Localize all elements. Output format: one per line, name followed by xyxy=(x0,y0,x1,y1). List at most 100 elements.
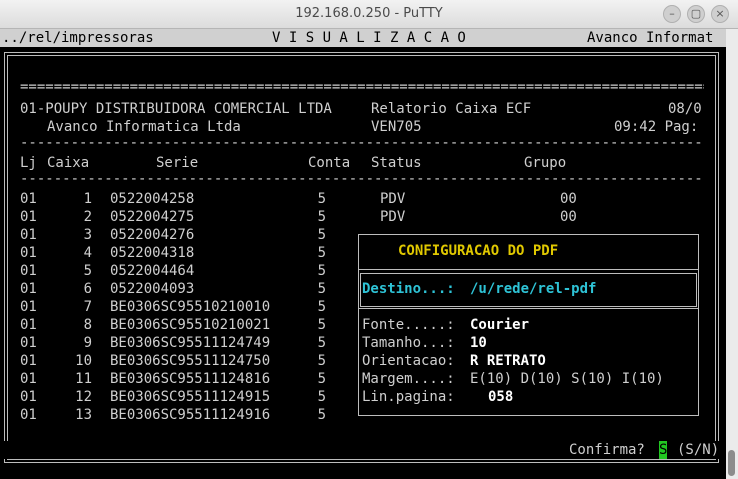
row-grupo: 00 xyxy=(560,191,577,207)
row-serie: BE0306SC95511124916 xyxy=(110,407,271,423)
row-conta: 5 xyxy=(317,407,326,423)
row-caixa: 8 xyxy=(83,317,92,333)
maximize-icon[interactable]: ▢ xyxy=(687,5,705,23)
destino-input[interactable]: /u/rede/rel-pdf xyxy=(470,280,596,298)
report-company: 01-POUPY DISTRIBUIDORA COMERCIAL LTDA xyxy=(20,101,332,117)
report-separator: ========================================… xyxy=(20,81,704,95)
col-grupo: Grupo xyxy=(524,155,567,171)
row-lj: 01 xyxy=(20,299,37,315)
row-conta: 5 xyxy=(317,299,326,315)
current-path: ../rel/impressoras xyxy=(2,30,154,46)
row-lj: 01 xyxy=(20,317,37,333)
tamanho-value[interactable]: 10 xyxy=(470,334,487,352)
row-caixa: 5 xyxy=(83,263,92,279)
row-conta: 5 xyxy=(317,245,326,261)
minimize-icon[interactable]: – xyxy=(663,5,681,23)
row-caixa: 1 xyxy=(83,191,92,207)
row-conta: 5 xyxy=(317,227,326,243)
confirm-prompt: Confirma? xyxy=(569,442,645,458)
row-grupo: 00 xyxy=(560,209,577,225)
report-title: Relatorio Caixa ECF xyxy=(371,101,532,117)
col-status: Status xyxy=(371,155,422,171)
window-titlebar[interactable]: 192.168.0.250 - PuTTY – ▢ × xyxy=(0,0,738,29)
row-lj: 01 xyxy=(20,209,37,225)
screen-title: V I S U A L I Z A C A O xyxy=(272,30,466,46)
linpag-value[interactable]: 058 xyxy=(488,388,513,406)
company-name: Avanco Informat xyxy=(587,30,714,46)
row-status: PDV xyxy=(380,191,406,207)
row-conta: 5 xyxy=(317,209,326,225)
row-status: PDV xyxy=(380,209,406,225)
row-serie: BE0306SC95510210021 xyxy=(110,317,271,333)
row-lj: 01 xyxy=(20,353,37,369)
row-caixa: 12 xyxy=(75,389,92,405)
confirm-options: (S/N) xyxy=(677,442,720,458)
row-lj: 01 xyxy=(20,407,37,423)
row-conta: 5 xyxy=(317,263,326,279)
row-serie: BE0306SC95510210010 xyxy=(110,299,271,315)
col-caixa: Caixa xyxy=(47,155,90,171)
row-lj: 01 xyxy=(20,371,37,387)
tamanho-label: Tamanho...: xyxy=(362,335,455,351)
row-caixa: 2 xyxy=(83,209,92,225)
row-lj: 01 xyxy=(20,263,37,279)
row-conta: 5 xyxy=(317,191,326,207)
col-conta: Conta xyxy=(308,155,351,171)
row-serie: BE0306SC95511124915 xyxy=(110,389,271,405)
row-serie: BE0306SC95511124816 xyxy=(110,371,271,387)
row-lj: 01 xyxy=(20,191,37,207)
row-conta: 5 xyxy=(317,335,326,351)
row-caixa: 10 xyxy=(75,353,92,369)
report-date: 08/0 xyxy=(668,101,702,117)
linpag-label: Lin.pagina: xyxy=(362,389,455,405)
row-serie: BE0306SC95511124750 xyxy=(110,353,271,369)
report-time: 09:42 Pag: xyxy=(614,119,699,135)
row-conta: 5 xyxy=(317,371,326,387)
report-program: VEN705 xyxy=(371,119,422,135)
row-caixa: 4 xyxy=(83,245,92,261)
confirm-input[interactable]: S xyxy=(659,441,668,459)
scrollbar-thumb[interactable] xyxy=(728,450,735,476)
margem-value[interactable]: E(10) D(10) S(10) I(10) xyxy=(470,370,664,388)
row-lj: 01 xyxy=(20,389,37,405)
destino-label: Destino...: xyxy=(362,281,455,297)
row-caixa: 3 xyxy=(83,227,92,243)
close-icon[interactable]: × xyxy=(711,5,729,23)
terminal-screen[interactable]: ../rel/impressoras V I S U A L I Z A C A… xyxy=(0,29,726,479)
row-conta: 5 xyxy=(317,281,326,297)
row-conta: 5 xyxy=(317,317,326,333)
row-conta: 5 xyxy=(317,353,326,369)
row-serie: 0522004093 xyxy=(110,281,195,297)
orientacao-label: Orientacao: xyxy=(362,353,455,369)
row-serie: 0522004275 xyxy=(110,209,195,225)
dialog-title: CONFIGURACAO DO PDF xyxy=(398,243,559,259)
window-title: 192.168.0.250 - PuTTY xyxy=(295,6,443,21)
row-caixa: 7 xyxy=(83,299,92,315)
prompt-bar: Confirma? S (S/N) xyxy=(0,441,726,459)
orientacao-value[interactable]: R RETRATO xyxy=(470,352,546,370)
row-caixa: 9 xyxy=(83,335,92,351)
row-serie: BE0306SC95511124749 xyxy=(110,335,271,351)
row-serie: 0522004464 xyxy=(110,263,195,279)
fonte-label: Fonte.....: xyxy=(362,317,455,333)
margem-label: Margem....: xyxy=(362,371,455,387)
row-lj: 01 xyxy=(20,281,37,297)
row-caixa: 11 xyxy=(75,371,92,387)
row-lj: 01 xyxy=(20,227,37,243)
col-lj: Lj xyxy=(20,155,37,171)
columns-dash-line: ----------------------------------------… xyxy=(20,173,704,187)
row-caixa: 13 xyxy=(75,407,92,423)
fonte-value[interactable]: Courier xyxy=(470,316,529,334)
row-serie: 0522004258 xyxy=(110,191,195,207)
pdf-config-dialog: CONFIGURACAO DO PDF Destino...: /u/rede/… xyxy=(358,234,699,416)
header-dash-line: ----------------------------------------… xyxy=(20,137,704,151)
scrollbar[interactable] xyxy=(726,29,738,479)
header-bar: ../rel/impressoras V I S U A L I Z A C A… xyxy=(0,29,726,47)
row-serie: 0522004318 xyxy=(110,245,195,261)
row-conta: 5 xyxy=(317,389,326,405)
row-lj: 01 xyxy=(20,335,37,351)
row-caixa: 6 xyxy=(83,281,92,297)
report-subcompany: Avanco Informatica Ltda xyxy=(47,119,241,135)
row-serie: 0522004276 xyxy=(110,227,195,243)
row-lj: 01 xyxy=(20,245,37,261)
